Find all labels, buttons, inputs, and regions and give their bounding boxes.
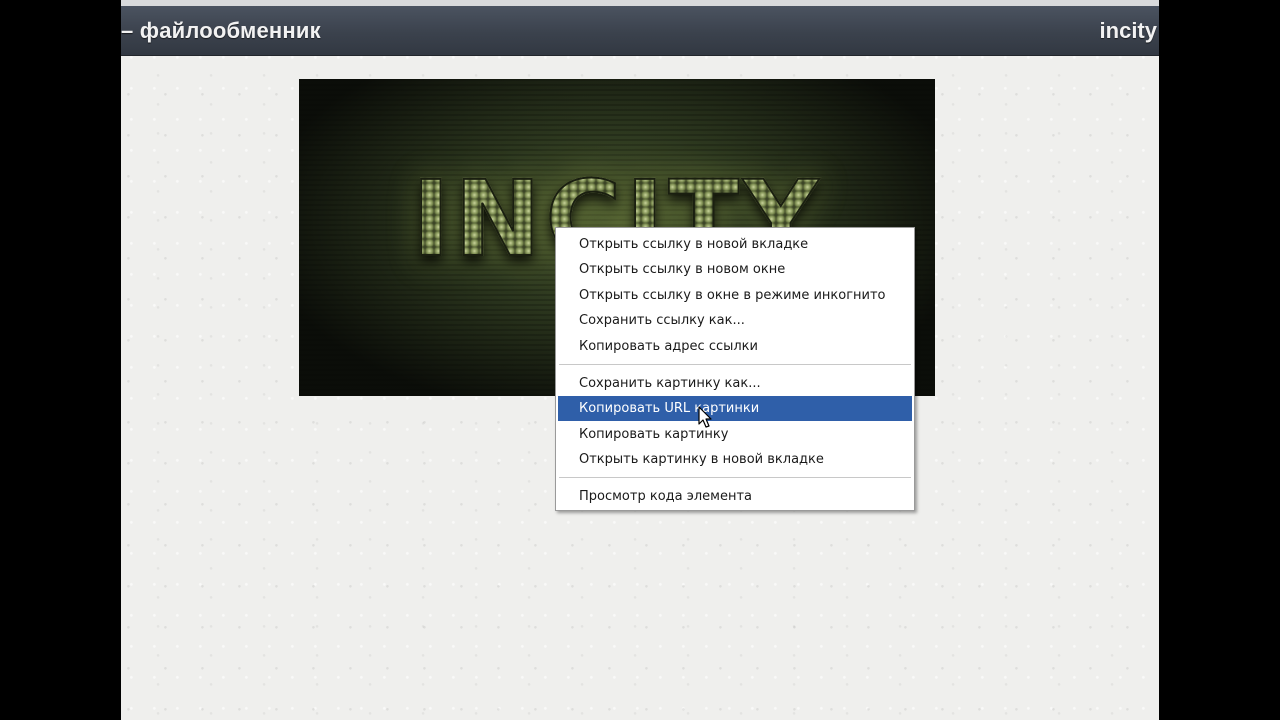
context-menu[interactable]: Открыть ссылку в новой вкладке Открыть с…	[555, 227, 915, 511]
menu-item-inspect-element[interactable]: Просмотр кода элемента	[558, 484, 912, 509]
menu-item-copy-image-url[interactable]: Копировать URL картинки	[558, 396, 912, 421]
mouse-cursor-icon	[698, 406, 712, 428]
menu-item-copy-image[interactable]: Копировать картинку	[558, 422, 912, 447]
menu-item-open-link-new-window[interactable]: Открыть ссылку в новом окне	[558, 257, 912, 282]
site-header: – файлообменник incity	[121, 6, 1159, 56]
site-brand[interactable]: incity	[1100, 18, 1157, 44]
menu-separator	[559, 364, 911, 366]
menu-item-open-link-new-tab[interactable]: Открыть ссылку в новой вкладке	[558, 232, 912, 257]
menu-item-copy-link-address[interactable]: Копировать адрес ссылки	[558, 334, 912, 359]
menu-item-save-link-as[interactable]: Сохранить ссылку как...	[558, 308, 912, 333]
menu-item-save-image-as[interactable]: Сохранить картинку как...	[558, 371, 912, 396]
menu-separator	[559, 477, 911, 479]
site-title[interactable]: – файлообменник	[121, 18, 321, 44]
menu-item-open-link-incognito[interactable]: Открыть ссылку в окне в режиме инкогнито	[558, 283, 912, 308]
menu-item-open-image-new-tab[interactable]: Открыть картинку в новой вкладке	[558, 447, 912, 472]
